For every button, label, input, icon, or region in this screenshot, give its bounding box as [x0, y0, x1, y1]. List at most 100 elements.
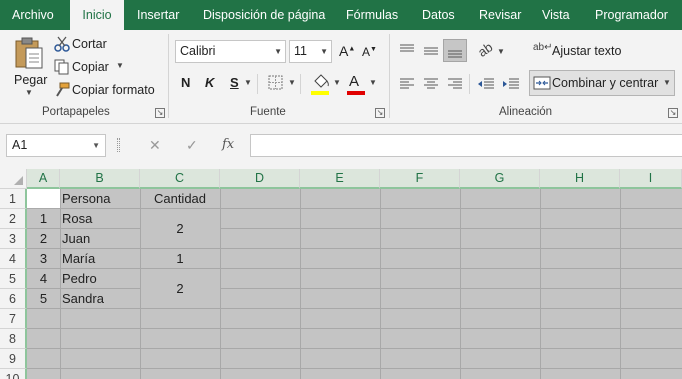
select-all-button[interactable]	[0, 169, 27, 189]
cell-c1[interactable]: Cantidad	[140, 189, 220, 209]
tab-programador[interactable]: Programador	[595, 0, 668, 30]
cell-b3[interactable]: Juan	[60, 229, 140, 249]
cut-button[interactable]: Cortar	[53, 36, 119, 54]
enter-icon[interactable]: ✓	[186, 137, 198, 154]
font-name-box[interactable]: Calibri ▼	[175, 40, 286, 63]
tab-formulas[interactable]: Fórmulas	[346, 0, 398, 30]
row-header-3[interactable]: 3	[0, 229, 27, 249]
formula-input[interactable]	[250, 134, 682, 157]
tab-disposicion-pagina[interactable]: Disposición de página	[203, 0, 325, 30]
underline-dropdown-icon[interactable]: ▼	[244, 78, 252, 87]
paintbrush-icon	[56, 82, 70, 97]
row-header-8[interactable]: 8	[0, 329, 27, 349]
increase-indent-icon[interactable]	[502, 77, 520, 91]
cell-a6[interactable]: 5	[27, 289, 60, 309]
cell-b2[interactable]: Rosa	[60, 209, 140, 229]
cell-a1-active[interactable]	[27, 189, 61, 209]
tab-inicio[interactable]: Inicio	[70, 0, 124, 30]
row-header-4[interactable]: 4	[0, 249, 27, 269]
format-painter-button[interactable]: Copiar formato	[53, 82, 157, 100]
borders-dropdown-icon[interactable]: ▼	[288, 78, 296, 87]
cell-a2[interactable]: 1	[27, 209, 60, 229]
align-center-icon[interactable]	[423, 77, 439, 91]
copy-icon	[54, 59, 69, 75]
cell-b1[interactable]: Persona	[60, 189, 140, 209]
tab-archivo[interactable]: Archivo	[12, 0, 54, 30]
copy-dropdown-icon[interactable]: ▼	[116, 61, 124, 70]
merged-cell-c2-c3[interactable]: 2	[140, 209, 220, 249]
clipboard-launcher-icon[interactable]: ↘	[155, 108, 165, 118]
italic-button[interactable]: K	[205, 75, 214, 90]
column-header-g[interactable]: G	[460, 169, 540, 189]
underline-button[interactable]: S	[230, 75, 239, 90]
align-bottom-button[interactable]	[443, 39, 467, 62]
formula-bar-grip[interactable]	[117, 138, 120, 152]
merge-center-button[interactable]: Combinar y centrar ▼	[529, 70, 675, 96]
copy-button[interactable]: Copiar ▼	[53, 59, 133, 77]
row-header-1[interactable]: 1	[0, 189, 27, 209]
column-header-i[interactable]: I	[620, 169, 682, 189]
row-header-7[interactable]: 7	[0, 309, 27, 329]
align-top-icon[interactable]	[399, 44, 415, 58]
row-header-6[interactable]: 6	[0, 289, 27, 309]
wrap-text-button[interactable]: ab↵ Ajustar texto	[533, 42, 633, 61]
fill-color-swatch	[311, 91, 329, 95]
column-header-f[interactable]: F	[380, 169, 460, 189]
column-header-b[interactable]: B	[60, 169, 140, 189]
orientation-dropdown-icon[interactable]: ▼	[497, 47, 505, 56]
decrease-font-size-icon[interactable]: A▼	[362, 45, 377, 59]
align-left-icon[interactable]	[399, 77, 415, 91]
merge-center-dropdown-icon[interactable]: ▼	[663, 78, 671, 87]
row-header-10[interactable]: 10	[0, 369, 27, 379]
name-box-dropdown-icon[interactable]: ▼	[92, 135, 100, 156]
borders-icon[interactable]	[268, 75, 284, 91]
cancel-icon[interactable]: ✕	[149, 137, 161, 154]
decrease-indent-icon[interactable]	[477, 77, 495, 91]
font-color-dropdown-icon[interactable]: ▼	[369, 78, 377, 87]
merged-cell-c5-c6[interactable]: 2	[140, 269, 220, 309]
font-size-dropdown-icon[interactable]: ▼	[320, 41, 328, 62]
row-header-9[interactable]: 9	[0, 349, 27, 369]
cell-a5[interactable]: 4	[27, 269, 60, 289]
select-all-icon	[14, 176, 23, 185]
align-right-icon[interactable]	[447, 77, 463, 91]
font-size-box[interactable]: 11 ▼	[289, 40, 332, 63]
format-painter-label: Copiar formato	[72, 83, 155, 97]
worksheet-grid[interactable]: A B C D E F G H I 1 2 3 4 5 6 7 8 9 10 P…	[0, 169, 682, 379]
font-name-dropdown-icon[interactable]: ▼	[274, 41, 282, 62]
paste-label: Pegar	[14, 73, 48, 87]
tab-insertar[interactable]: Insertar	[137, 0, 179, 30]
font-launcher-icon[interactable]: ↘	[375, 108, 385, 118]
font-size-value: 11	[294, 44, 307, 58]
tab-datos[interactable]: Datos	[422, 0, 455, 30]
cell-b6[interactable]: Sandra	[60, 289, 140, 309]
align-middle-icon[interactable]	[423, 44, 439, 58]
tab-revisar[interactable]: Revisar	[479, 0, 521, 30]
increase-font-size-icon[interactable]: A▲	[339, 43, 355, 59]
column-header-d[interactable]: D	[220, 169, 300, 189]
merge-center-label: Combinar y centrar	[552, 76, 659, 90]
column-header-a[interactable]: A	[27, 169, 60, 189]
bold-button[interactable]: N	[181, 75, 190, 90]
font-color-icon[interactable]: A	[349, 73, 359, 90]
row-header-2[interactable]: 2	[0, 209, 27, 229]
column-header-e[interactable]: E	[300, 169, 380, 189]
column-header-c[interactable]: C	[140, 169, 220, 189]
paste-button[interactable]: Pegar ▼	[10, 36, 48, 100]
column-header-h[interactable]: H	[540, 169, 620, 189]
alignment-group-label: Alineación	[499, 106, 553, 118]
cell-c4[interactable]: 1	[140, 249, 220, 269]
fill-color-dropdown-icon[interactable]: ▼	[333, 78, 341, 87]
orientation-icon[interactable]: ab	[475, 39, 495, 60]
fill-color-icon[interactable]	[311, 72, 331, 92]
tab-vista[interactable]: Vista	[542, 0, 570, 30]
cell-a3[interactable]: 2	[27, 229, 60, 249]
alignment-launcher-icon[interactable]: ↘	[668, 108, 678, 118]
row-header-5[interactable]: 5	[0, 269, 27, 289]
cell-a4[interactable]: 3	[27, 249, 60, 269]
insert-function-icon[interactable]: fx	[222, 137, 234, 152]
name-box[interactable]: A1 ▼	[6, 134, 106, 157]
cell-b5[interactable]: Pedro	[60, 269, 140, 289]
paste-dropdown-icon[interactable]: ▼	[25, 88, 33, 97]
cell-b4[interactable]: María	[60, 249, 140, 269]
